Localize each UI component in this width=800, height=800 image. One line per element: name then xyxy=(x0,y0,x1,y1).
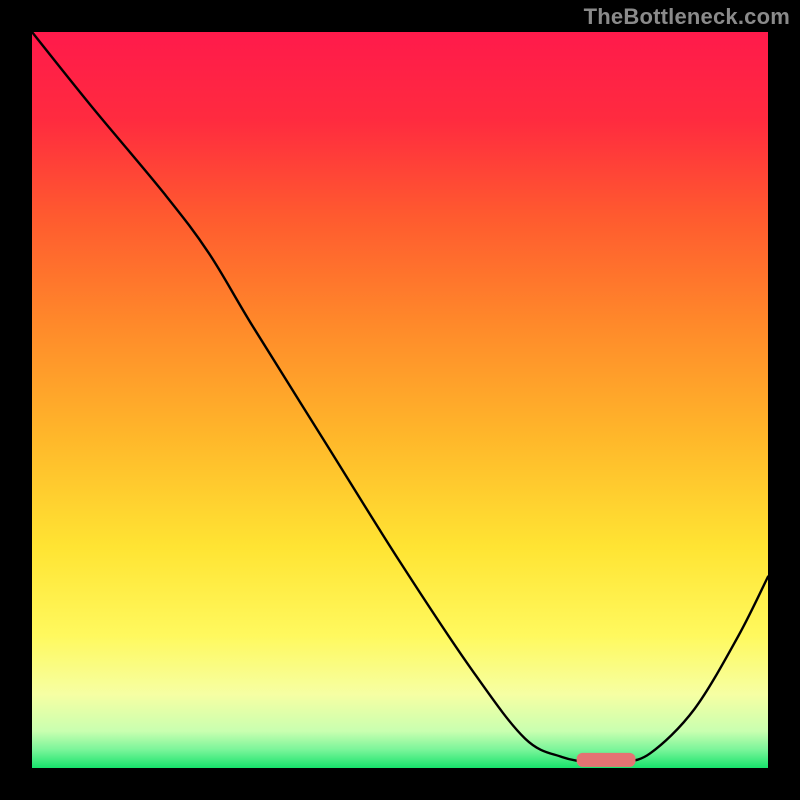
plot-area xyxy=(32,32,768,768)
bottleneck-chart xyxy=(0,0,800,800)
chart-container: { "watermark": "TheBottleneck.com", "cha… xyxy=(0,0,800,800)
optimum-marker xyxy=(577,753,636,767)
watermark-text: TheBottleneck.com xyxy=(584,4,790,30)
